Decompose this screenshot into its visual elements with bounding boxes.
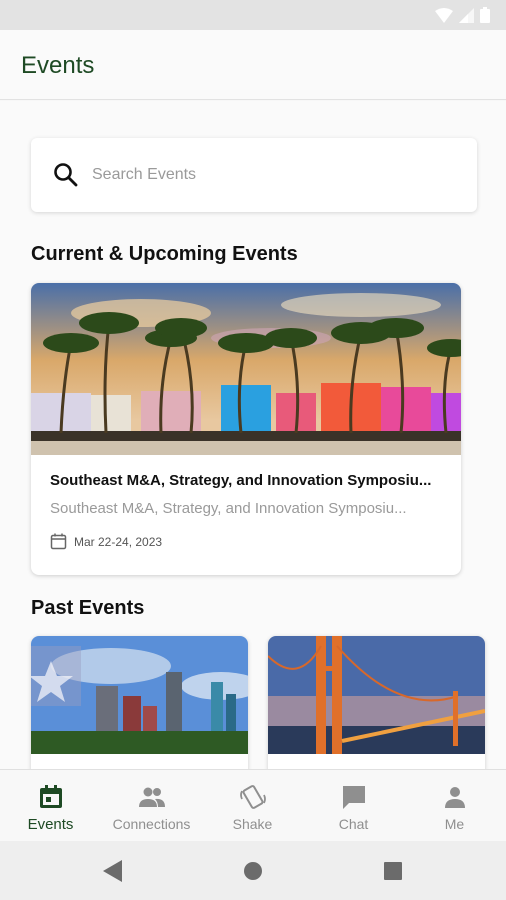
bottom-navigation: Events Connections Shake Chat Me — [0, 769, 506, 841]
back-icon[interactable] — [102, 860, 122, 882]
wifi-icon — [435, 7, 453, 23]
person-icon — [444, 787, 465, 808]
nav-label: Connections — [112, 816, 191, 832]
houston-skyline-image — [31, 636, 248, 769]
past-event-card[interactable] — [268, 636, 485, 769]
nav-label: Shake — [232, 816, 273, 832]
event-subtitle: Southeast M&A, Strategy, and Innovation … — [50, 500, 407, 517]
nav-events[interactable]: Events — [0, 770, 101, 842]
golden-gate-bridge-image — [268, 636, 485, 769]
miami-palm-trees-image — [31, 283, 461, 455]
page-title: Events — [21, 52, 95, 79]
people-icon — [138, 787, 165, 807]
signal-icon — [459, 7, 474, 23]
nav-label: Chat — [338, 816, 369, 832]
calendar-icon — [39, 785, 62, 808]
status-icons — [435, 7, 490, 23]
calendar-icon — [50, 533, 67, 550]
past-events-heading: Past Events — [31, 597, 145, 619]
battery-icon — [480, 7, 490, 23]
events-content[interactable]: Search Events Current & Upcoming Events — [0, 101, 506, 769]
home-icon[interactable] — [244, 862, 262, 880]
past-event-card[interactable] — [31, 636, 248, 769]
app-bar: Events — [0, 30, 506, 100]
current-events-heading: Current & Upcoming Events — [31, 243, 298, 265]
search-icon — [54, 163, 78, 187]
event-title: Southeast M&A, Strategy, and Innovation … — [50, 472, 432, 489]
chat-bubble-icon — [342, 786, 365, 809]
nav-shake[interactable]: Shake — [202, 770, 303, 842]
status-bar — [0, 0, 506, 30]
nav-label: Me — [444, 816, 465, 832]
nav-me[interactable]: Me — [404, 770, 505, 842]
nav-connections[interactable]: Connections — [101, 770, 202, 842]
event-date: Mar 22-24, 2023 — [74, 535, 163, 549]
search-placeholder: Search Events — [92, 166, 197, 183]
nav-chat[interactable]: Chat — [303, 770, 404, 842]
system-navigation-bar — [0, 841, 506, 900]
nav-label: Events — [27, 816, 74, 833]
event-card[interactable]: Southeast M&A, Strategy, and Innovation … — [31, 283, 461, 575]
shake-phone-icon — [239, 785, 266, 809]
recents-icon[interactable] — [384, 862, 402, 880]
search-input[interactable]: Search Events — [31, 138, 477, 212]
